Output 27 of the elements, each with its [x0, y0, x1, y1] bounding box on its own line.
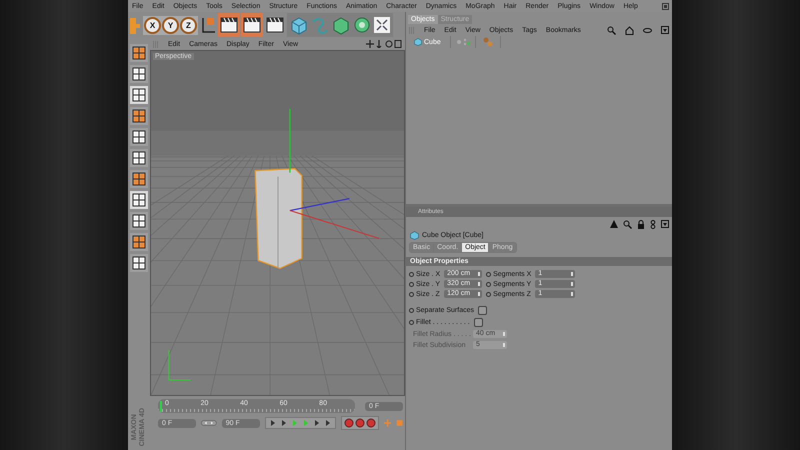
axis-lock-button[interactable]: X	[144, 16, 161, 34]
viewport-navigation-icon[interactable]	[366, 40, 402, 48]
record-icon[interactable]	[354, 418, 365, 428]
home-icon[interactable]	[625, 26, 634, 34]
oval-icon[interactable]	[643, 26, 652, 34]
record-icon[interactable]	[344, 418, 354, 428]
cube-icon	[414, 38, 422, 46]
link-icon[interactable]	[650, 220, 656, 228]
render-clapboard-icon[interactable]	[218, 13, 240, 37]
checkbox[interactable]	[478, 306, 487, 315]
render-clapboard-icon[interactable]	[241, 13, 263, 37]
panel-menu-icon[interactable]	[661, 26, 669, 34]
playhead-handle[interactable]	[160, 401, 162, 412]
axis-lock-button[interactable]: Y	[162, 16, 179, 34]
axis-lock-button[interactable]: Z	[180, 16, 197, 34]
pointer-icon[interactable]	[610, 220, 618, 228]
cube-icon	[410, 231, 419, 240]
checkbox[interactable]	[474, 318, 483, 327]
range-arrows-icon[interactable]	[201, 419, 217, 427]
lock-icon[interactable]	[637, 220, 645, 228]
window-restore-icon[interactable]	[662, 2, 669, 10]
search-icon[interactable]	[607, 26, 616, 34]
visibility-dots-icon[interactable]	[456, 38, 470, 46]
fullscreen-icon[interactable]	[373, 14, 391, 36]
record-icon[interactable]	[366, 418, 376, 428]
search-icon[interactable]	[623, 220, 632, 228]
panel-menu-icon[interactable]	[661, 220, 669, 228]
